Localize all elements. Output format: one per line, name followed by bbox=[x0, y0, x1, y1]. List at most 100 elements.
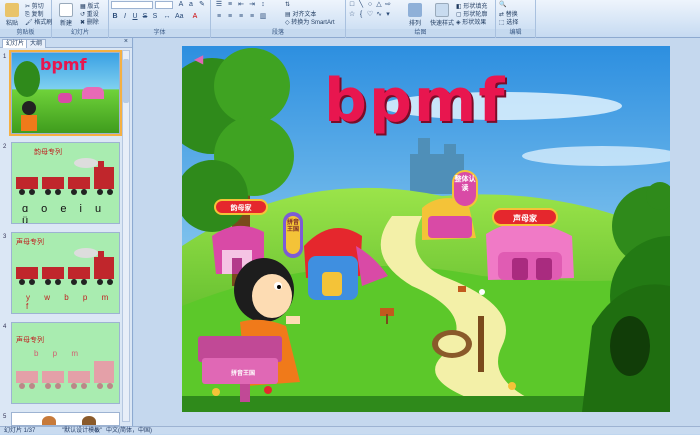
shape-effects-button[interactable]: ◈ 形状效果 bbox=[456, 17, 486, 26]
curve-shape-icon[interactable]: ∿ bbox=[375, 11, 383, 19]
shadow-icon[interactable]: S bbox=[151, 13, 159, 21]
align-center-icon[interactable]: ≡ bbox=[226, 13, 234, 21]
thumb-house bbox=[58, 93, 72, 103]
editing-group: 🔍 ⇄ 替换 ⬚ 选择 编辑 bbox=[496, 0, 536, 38]
new-slide-button[interactable]: 新建 bbox=[55, 3, 77, 29]
delete-slide-button[interactable]: ✖ 删除 bbox=[80, 17, 99, 26]
font-group: A a ✎ B I U S S ↔ Aa A 字体 bbox=[109, 0, 211, 38]
text-direction-button[interactable]: ⇅ bbox=[285, 1, 290, 8]
thumb-title: 声母专列 bbox=[16, 239, 44, 246]
increase-indent-icon[interactable]: ⇥ bbox=[248, 1, 256, 9]
slides-group: 新建 ▦ 版式 ↺ 重设 ✖ 删除 幻灯片 bbox=[52, 0, 109, 38]
post-sign-label: 拼音王国 bbox=[230, 371, 255, 377]
close-icon[interactable]: × bbox=[124, 38, 128, 45]
thumb-figure bbox=[42, 416, 56, 425]
tab-outline[interactable]: 大纲 bbox=[26, 39, 47, 48]
format-painter-button[interactable]: 🖌 格式刷 bbox=[25, 17, 52, 26]
thumb-figure bbox=[82, 416, 96, 425]
font-name-combo[interactable] bbox=[111, 1, 153, 9]
slides-pane: 幻灯片 大纲 × 1 bpmf 2 韵母专列 ɑ o e i u ü 3 声母专… bbox=[0, 38, 133, 426]
bold-icon[interactable]: B bbox=[111, 13, 119, 21]
align-left-icon[interactable]: ≡ bbox=[215, 13, 223, 21]
columns-icon[interactable]: ▥ bbox=[259, 13, 267, 21]
post-board bbox=[198, 336, 282, 384]
paste-icon bbox=[5, 3, 19, 17]
thumb-title: 韵母专列 bbox=[34, 149, 62, 156]
italic-icon[interactable]: I bbox=[121, 13, 129, 21]
center-sign: 整体认读 bbox=[452, 170, 478, 208]
select-button[interactable]: ⬚ 选择 bbox=[499, 17, 518, 26]
slide-thumb-4[interactable]: 声母专列 b p m bbox=[11, 322, 120, 404]
heart-shape-icon[interactable]: ♡ bbox=[366, 11, 374, 19]
strikethrough-icon[interactable]: S bbox=[141, 13, 149, 21]
change-case-icon[interactable]: Aa bbox=[175, 13, 184, 21]
status-bar: 幻灯片 1/37 "默认设计模板" ⊘ 中文(简体，中国) bbox=[0, 426, 700, 434]
slide-thumb-3[interactable]: 声母专列 y w b p m f bbox=[11, 232, 120, 314]
editing-group-label: 编辑 bbox=[496, 29, 535, 37]
convert-smartart-button[interactable]: ◇ 转换为 SmartArt bbox=[285, 17, 335, 26]
thumb-letters: y w b p m f bbox=[26, 293, 115, 311]
ribbon: 粘贴 ✂ 剪切 ⎘ 复制 🖌 格式刷 剪贴板 新建 ▦ 版式 ↺ 重设 ✖ 删除… bbox=[0, 0, 700, 38]
line-spacing-icon[interactable]: ↕ bbox=[259, 1, 267, 9]
grow-font-icon[interactable]: A bbox=[177, 1, 185, 9]
shrink-font-icon[interactable]: a bbox=[187, 1, 195, 9]
thumb-tree bbox=[14, 61, 40, 97]
thumb-boy-body bbox=[21, 115, 37, 131]
thumb-number: 1 bbox=[3, 54, 7, 60]
star-shape-icon[interactable]: ☆ bbox=[348, 11, 356, 19]
drawing-group: □ ╲ ○ △ ⇨ ☆ { ♡ ∿ ▾ 排列 快速样式 ◧ 形状填充 ▢ 形状轮… bbox=[346, 0, 496, 38]
clear-format-icon[interactable]: ✎ bbox=[198, 1, 206, 9]
font-size-combo[interactable] bbox=[155, 1, 173, 9]
triangle-shape-icon[interactable]: △ bbox=[375, 1, 383, 9]
slide-thumb-5[interactable] bbox=[11, 412, 120, 426]
speaker-icon[interactable]: ◀ bbox=[194, 52, 208, 66]
drawing-group-label: 绘图 bbox=[346, 29, 495, 37]
rectangle-shape-icon[interactable]: □ bbox=[348, 1, 356, 9]
vertical-sign-label: 拼音王国 bbox=[286, 220, 299, 233]
slide-thumb-2[interactable]: 韵母专列 ɑ o e i u ü bbox=[11, 142, 120, 224]
right-house bbox=[486, 222, 574, 280]
thumb-number: 2 bbox=[3, 144, 7, 150]
decrease-indent-icon[interactable]: ⇤ bbox=[237, 1, 245, 9]
align-right-icon[interactable]: ≡ bbox=[237, 13, 245, 21]
arrange-button[interactable]: 排列 bbox=[404, 3, 426, 29]
pane-tabs: 幻灯片 大纲 × bbox=[0, 38, 132, 48]
thumb-number: 5 bbox=[3, 414, 7, 420]
font-group-label: 字体 bbox=[109, 29, 210, 37]
paragraph-group: ☰ ≡ ⇤ ⇥ ↕ ⇅ ▤ 对齐文本 ◇ 转换为 SmartArt ≡ ≡ ≡ … bbox=[211, 0, 346, 38]
thumb-boy bbox=[22, 101, 36, 115]
thumb-title: 声母专列 bbox=[16, 337, 44, 344]
right-house-sign: 声母家 bbox=[492, 208, 558, 226]
more-shapes-icon[interactable]: ▾ bbox=[384, 11, 392, 19]
new-slide-icon bbox=[59, 3, 73, 17]
thumb-number: 4 bbox=[3, 324, 7, 330]
bullets-icon[interactable]: ☰ bbox=[215, 1, 223, 9]
arrow-shape-icon[interactable]: ⇨ bbox=[384, 1, 392, 9]
justify-icon[interactable]: ≡ bbox=[248, 13, 256, 21]
line-shape-icon[interactable]: ╲ bbox=[357, 1, 365, 9]
paste-button[interactable]: 粘贴 bbox=[1, 3, 23, 29]
thumbs-scrollbar[interactable] bbox=[122, 50, 130, 422]
slide-title[interactable]: bpmf bbox=[324, 66, 574, 136]
char-spacing-icon[interactable]: ↔ bbox=[163, 13, 171, 21]
slide-thumb-1[interactable]: bpmf bbox=[9, 50, 122, 136]
quick-styles-icon bbox=[435, 3, 449, 17]
tab-slides[interactable]: 幻灯片 bbox=[2, 39, 29, 48]
underline-icon[interactable]: U bbox=[131, 13, 139, 21]
left-house-sign: 韵母家 bbox=[214, 199, 268, 215]
font-color-icon[interactable]: A bbox=[191, 13, 199, 21]
thumb-number: 3 bbox=[3, 234, 7, 240]
train-icon bbox=[16, 361, 114, 389]
scrollbar-thumb[interactable] bbox=[123, 59, 129, 103]
thumb-title: bpmf bbox=[40, 55, 87, 74]
thumb-letters: ɑ o e i u ü bbox=[22, 203, 107, 224]
numbering-icon[interactable]: ≡ bbox=[226, 1, 234, 9]
train-icon bbox=[16, 158, 114, 195]
train-icon bbox=[16, 248, 114, 285]
brace-shape-icon[interactable]: { bbox=[357, 11, 365, 19]
oval-shape-icon[interactable]: ○ bbox=[366, 1, 374, 9]
quick-styles-button[interactable]: 快速样式 bbox=[428, 3, 456, 29]
find-button[interactable]: 🔍 bbox=[499, 1, 506, 8]
slide-canvas[interactable]: 拼音王国 韵母家 整体认读 声母家 拼音王国 bpmf ◀ bbox=[182, 46, 670, 412]
slide-edit-area: 拼音王国 韵母家 整体认读 声母家 拼音王国 bpmf ◀ bbox=[134, 38, 700, 426]
